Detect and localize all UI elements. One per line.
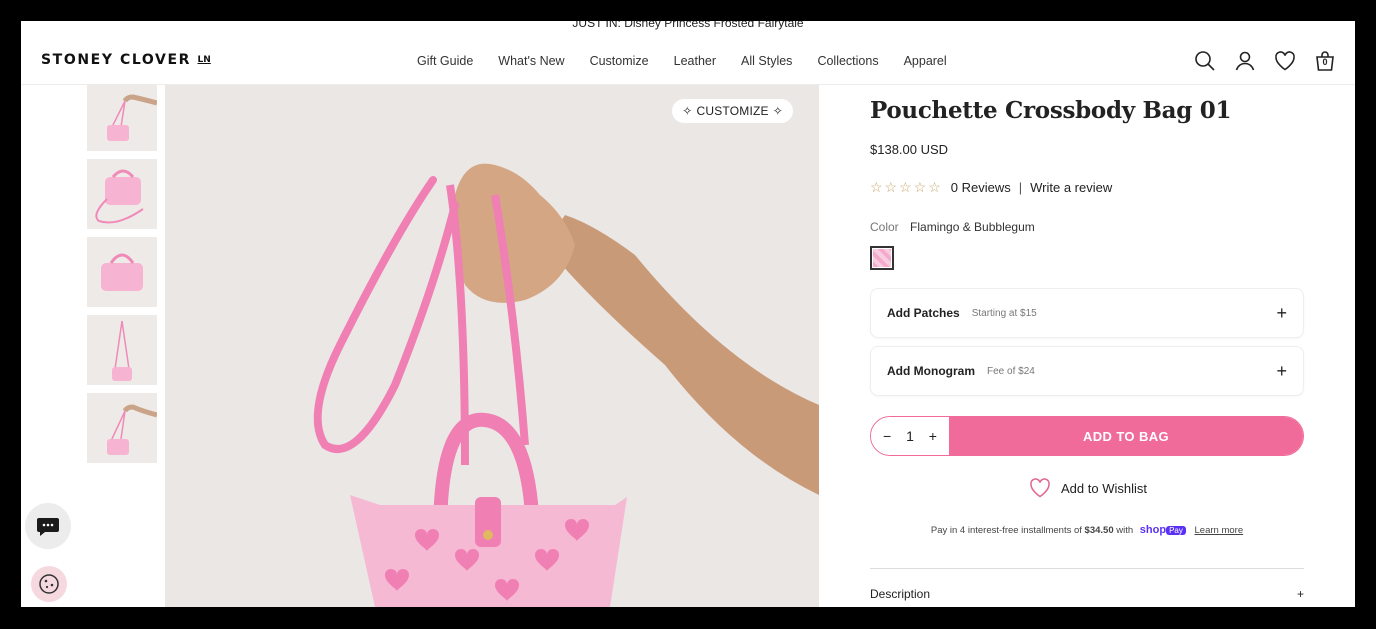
thumbnail-image (107, 94, 157, 141)
chat-button[interactable] (25, 503, 71, 549)
shop-pay-logo: shop (1139, 524, 1167, 536)
option-subtitle: Starting at $15 (971, 307, 1037, 319)
color-label: Color (870, 220, 899, 234)
buy-row: − 1 + ADD TO BAG (870, 416, 1304, 456)
cart-count: 0 (1322, 57, 1328, 67)
thumbnail-image (101, 253, 143, 291)
chat-icon (37, 518, 59, 536)
main-nav: Gift Guide What's New Customize Leather … (417, 54, 972, 68)
write-review-link[interactable]: Write a review (1030, 180, 1112, 195)
nav-gift-guide[interactable]: Gift Guide (417, 54, 473, 68)
thumbnail-2[interactable] (87, 159, 157, 229)
product-photo (313, 163, 819, 607)
thumbnail-4[interactable] (87, 315, 157, 385)
search-icon[interactable] (1193, 49, 1217, 73)
thumbnail-image (107, 404, 157, 455)
description-toggle[interactable]: Description + (870, 587, 1304, 601)
nav-collections[interactable]: Collections (817, 54, 878, 68)
product-info: Pouchette Crossbody Bag 01 $138.00 USD ☆… (870, 85, 1304, 601)
nav-whats-new[interactable]: What's New (498, 54, 564, 68)
customize-badge[interactable]: ✧ CUSTOMIZE ✧ (672, 99, 793, 123)
shop-pay-badge: Pay (1166, 526, 1186, 535)
option-title: Add Patches (887, 306, 960, 320)
header-icons: 0 (1193, 49, 1337, 73)
cookie-settings-button[interactable] (29, 564, 69, 604)
learn-more-link[interactable]: Learn more (1195, 525, 1244, 536)
product-title: Pouchette Crossbody Bag 01 (870, 97, 1232, 124)
thumbnail-image (112, 320, 132, 381)
heart-icon (1030, 478, 1050, 498)
plus-icon: + (1296, 587, 1304, 601)
option-title: Add Monogram (887, 364, 975, 378)
color-value: Flamingo & Bubblegum (910, 220, 1035, 234)
rating-stars-icon[interactable]: ☆☆☆☆☆ (870, 179, 943, 196)
plus-icon: + (1276, 302, 1287, 323)
wishlist-label: Add to Wishlist (1061, 480, 1147, 496)
site-header: STONEY CLOVER LN Gift Guide What's New C… (21, 37, 1355, 85)
sparkle-icon: ✧ (772, 104, 783, 118)
add-to-wishlist-button[interactable]: Add to Wishlist (870, 476, 1304, 500)
installments-note: Pay in 4 interest-free installments of $… (870, 524, 1304, 536)
sparkle-icon: ✧ (682, 104, 693, 118)
color-row: Color Flamingo & Bubblegum (870, 220, 1304, 234)
nav-apparel[interactable]: Apparel (904, 54, 947, 68)
plus-icon: + (1276, 360, 1287, 381)
add-patches-option[interactable]: Add Patches Starting at $15 + (870, 288, 1304, 338)
announcement-bar[interactable]: JUST IN: Disney Princess Frosted Fairyta… (21, 21, 1355, 33)
thumbnail-3[interactable] (87, 237, 157, 307)
minus-icon[interactable]: − (883, 428, 891, 444)
section-divider (870, 568, 1304, 569)
cart-button[interactable]: 0 (1313, 49, 1337, 73)
customize-label: CUSTOMIZE (696, 104, 769, 118)
thumbnail-5[interactable] (87, 393, 157, 463)
installments-text: Pay in 4 interest-free installments of (930, 525, 1082, 536)
divider: | (1018, 180, 1023, 195)
page-frame: JUST IN: Disney Princess Frosted Fairyta… (21, 21, 1355, 607)
quantity-value[interactable]: 1 (906, 428, 914, 444)
logo-text: STONEY CLOVER (41, 52, 192, 68)
account-icon[interactable] (1233, 49, 1257, 73)
reviews-count[interactable]: 0 Reviews (951, 180, 1011, 195)
thumbnail-1[interactable] (87, 85, 157, 151)
quantity-stepper: − 1 + (871, 417, 949, 455)
logo[interactable]: STONEY CLOVER LN (41, 52, 211, 68)
cookie-icon (39, 574, 59, 594)
thumbnail-image (95, 169, 144, 224)
wishlist-heart-icon[interactable] (1273, 49, 1297, 73)
main-product-image[interactable]: ✧ CUSTOMIZE ✧ (165, 85, 819, 607)
option-subtitle: Fee of $24 (987, 365, 1035, 377)
logo-mark: LN (197, 55, 211, 65)
description-label: Description (870, 587, 931, 601)
color-swatch[interactable] (870, 246, 894, 270)
installments-amount: $34.50 (1084, 525, 1114, 536)
add-monogram-option[interactable]: Add Monogram Fee of $24 + (870, 346, 1304, 396)
add-to-bag-button[interactable]: ADD TO BAG (949, 417, 1303, 455)
nav-customize[interactable]: Customize (590, 54, 649, 68)
thumbnail-list (87, 85, 157, 471)
reviews-row: ☆☆☆☆☆ 0 Reviews | Write a review (870, 179, 1304, 196)
plus-icon[interactable]: + (929, 428, 937, 444)
nav-leather[interactable]: Leather (674, 54, 716, 68)
installments-with: with (1116, 525, 1134, 536)
product-price: $138.00 USD (870, 142, 949, 157)
nav-all-styles[interactable]: All Styles (741, 54, 792, 68)
